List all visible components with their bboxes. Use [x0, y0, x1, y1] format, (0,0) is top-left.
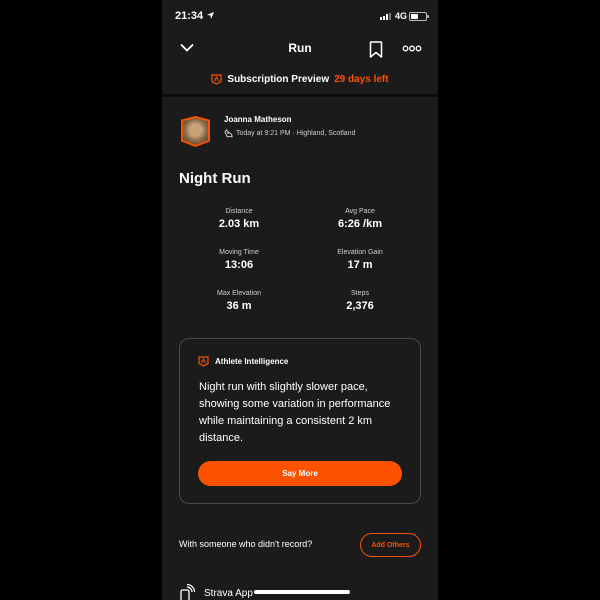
insight-title: Athlete Intelligence [215, 357, 289, 366]
stat-label: Distance [225, 208, 253, 215]
home-indicator[interactable] [254, 590, 350, 594]
days-left: 29 days left [334, 73, 389, 85]
stat-distance: Distance 2.03 km [179, 208, 299, 230]
page-title: Run [288, 41, 312, 55]
athlete-name[interactable]: Joanna Matheson [224, 115, 292, 124]
stat-elevation-gain: Elevation Gain 17 m [300, 249, 420, 271]
athlete-intelligence-card: Athlete Intelligence Night run with slig… [179, 338, 421, 504]
stat-value: 6:26 /km [337, 218, 383, 230]
stat-steps: Steps 2,376 [300, 290, 420, 312]
stat-avg-pace: Avg Pace 6:26 /km [300, 208, 420, 230]
stat-value: 2.03 km [218, 218, 260, 230]
stat-max-elevation: Max Elevation 36 m [179, 290, 299, 312]
status-bar: 21:34 4G [162, 0, 438, 34]
stat-value: 2,376 [346, 300, 374, 312]
device-row: Strava App [178, 584, 253, 600]
signal-icon [380, 13, 391, 20]
more-icon[interactable] [402, 45, 422, 52]
avatar[interactable] [181, 116, 210, 147]
activity-meta: Today at 9:21 PM · Highland, Scotland [224, 129, 355, 138]
stat-value: 13:06 [224, 259, 254, 271]
nav-bar: Run [162, 34, 438, 64]
add-others-button[interactable]: Add Others [360, 533, 421, 557]
battery-icon [409, 12, 429, 21]
stat-moving-time: Moving Time 13:06 [179, 249, 299, 271]
subscription-label: Subscription Preview [227, 73, 330, 85]
strava-badge-icon [211, 73, 223, 85]
phone-screen: 21:34 4G Run Subscription Preview 29 day… [162, 0, 438, 600]
activity-title: Night Run [179, 170, 251, 187]
say-more-button[interactable]: Say More [198, 461, 402, 486]
stat-value: 36 m [226, 300, 252, 312]
stat-label: Elevation Gain [337, 249, 383, 256]
phone-device-icon [180, 584, 196, 600]
insight-text: Night run with slightly slower pace, sho… [199, 381, 391, 444]
bookmark-icon[interactable] [369, 41, 383, 58]
header-divider [162, 94, 438, 97]
with-someone-text: With someone who didn't record? [179, 539, 313, 549]
stat-label: Max Elevation [217, 290, 261, 297]
strava-badge-icon [198, 356, 209, 367]
device-label: Strava App [204, 587, 253, 599]
activity-meta-text: Today at 9:21 PM · Highland, Scotland [236, 130, 356, 137]
subscription-banner[interactable]: Subscription Preview 29 days left [162, 64, 438, 94]
insight-header: Athlete Intelligence [198, 356, 288, 367]
shoe-icon [224, 129, 233, 138]
status-time: 21:34 [175, 10, 204, 22]
stat-label: Steps [351, 290, 369, 297]
location-arrow-icon [206, 11, 215, 20]
network-type: 4G [395, 11, 408, 21]
stat-label: Moving Time [219, 249, 259, 256]
stat-value: 17 m [347, 259, 373, 271]
stat-label: Avg Pace [345, 208, 375, 215]
